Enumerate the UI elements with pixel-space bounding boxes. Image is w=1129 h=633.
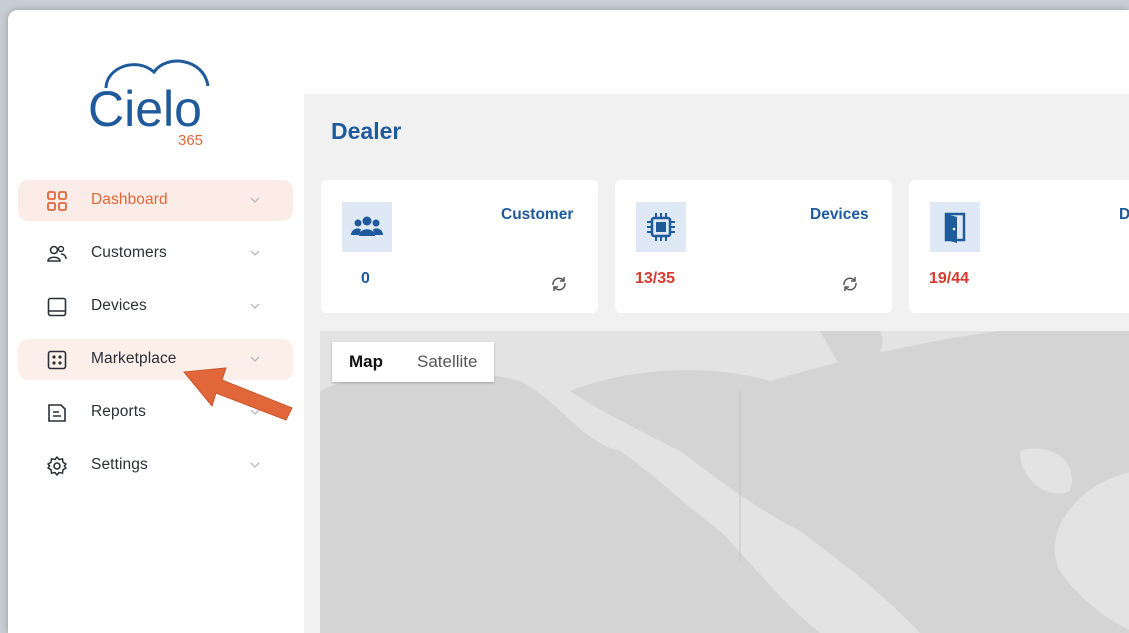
- customer-card[interactable]: Customer 0: [321, 180, 598, 313]
- sidebar-item-settings[interactable]: Settings: [18, 445, 293, 486]
- dashboard-icon: [47, 191, 67, 211]
- sidebar-item-label: Settings: [91, 456, 148, 473]
- pointer-arrow: [183, 367, 293, 421]
- devices-card[interactable]: Devices 13/35: [615, 180, 892, 313]
- chevron-down-icon[interactable]: [249, 195, 261, 205]
- sidebar-item-label: Reports: [91, 403, 146, 420]
- chip-icon: [636, 202, 686, 252]
- doors-card[interactable]: D 19/44: [909, 180, 1129, 313]
- app-window: Cielo 365 Dashboard Customers Devices Ma…: [8, 10, 1129, 633]
- svg-text:Cielo: Cielo: [88, 81, 202, 137]
- cielo-logo[interactable]: Cielo 365: [86, 50, 226, 145]
- map-type-control: Map Satellite: [332, 342, 495, 382]
- map-type-map[interactable]: Map: [332, 342, 400, 382]
- report-icon: [48, 404, 66, 422]
- gear-icon: [47, 456, 67, 476]
- refresh-icon[interactable]: [840, 274, 860, 294]
- card-value: 0: [361, 270, 370, 287]
- chevron-down-icon[interactable]: [249, 248, 261, 258]
- sidebar: Cielo 365 Dashboard Customers Devices Ma…: [8, 10, 304, 633]
- sidebar-item-customers[interactable]: Customers: [18, 233, 293, 274]
- refresh-icon[interactable]: [549, 274, 569, 294]
- sidebar-item-label: Customers: [91, 244, 167, 261]
- card-value: 13/35: [635, 270, 676, 287]
- sidebar-item-label: Dashboard: [91, 191, 168, 208]
- map-type-satellite[interactable]: Satellite: [400, 342, 494, 382]
- card-title: D: [1119, 206, 1129, 223]
- users-icon: [47, 245, 67, 262]
- card-title: Customer: [501, 206, 574, 223]
- device-icon: [47, 297, 67, 317]
- map-view[interactable]: Map Satellite: [320, 331, 1129, 633]
- main-content: Dealer Customer 0 Devices 13/35 D 19/44 …: [304, 94, 1129, 633]
- svg-text:365: 365: [178, 132, 203, 145]
- door-icon: [930, 202, 980, 252]
- page-title: Dealer: [331, 118, 402, 144]
- sidebar-item-label: Marketplace: [91, 350, 177, 367]
- sidebar-item-dashboard[interactable]: Dashboard: [18, 180, 293, 221]
- card-value: 19/44: [929, 270, 970, 287]
- customers-icon: [342, 202, 392, 252]
- chevron-down-icon[interactable]: [249, 460, 261, 470]
- sidebar-item-devices[interactable]: Devices: [18, 286, 293, 327]
- sidebar-item-label: Devices: [91, 297, 147, 314]
- card-title: Devices: [810, 206, 869, 223]
- chevron-down-icon[interactable]: [249, 301, 261, 311]
- marketplace-icon: [47, 350, 67, 370]
